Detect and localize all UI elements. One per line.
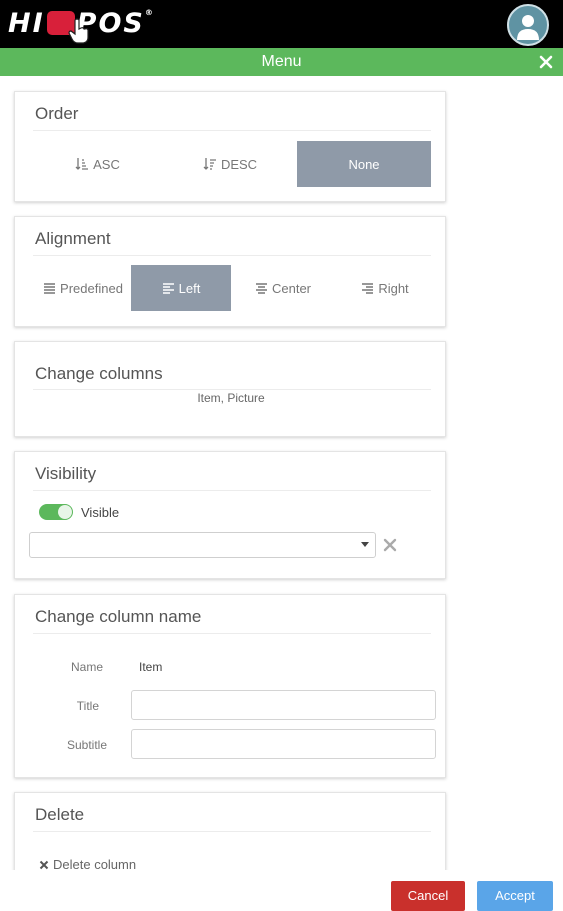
align-right-icon bbox=[362, 283, 374, 294]
align-right-button[interactable]: Right bbox=[335, 265, 435, 311]
menu-title: Menu bbox=[261, 53, 302, 70]
order-card: Order ASC DESC None bbox=[14, 91, 446, 202]
divider bbox=[33, 389, 431, 390]
chevron-down-icon bbox=[361, 542, 369, 547]
align-predefined-label: Predefined bbox=[60, 280, 123, 296]
title-input[interactable] bbox=[131, 690, 436, 720]
divider bbox=[33, 130, 431, 131]
sort-asc-icon bbox=[75, 158, 89, 170]
title-label: Title bbox=[76, 699, 99, 713]
close-icon[interactable] bbox=[537, 48, 555, 76]
user-avatar[interactable] bbox=[507, 4, 549, 46]
top-bar: HI POS® bbox=[0, 0, 563, 48]
menu-bar: Menu bbox=[0, 48, 563, 76]
order-title: Order bbox=[35, 104, 79, 123]
align-predefined-button[interactable]: Predefined bbox=[35, 265, 131, 311]
visibility-card: Visibility Visible bbox=[14, 451, 446, 579]
divider bbox=[33, 831, 431, 832]
subtitle-input[interactable] bbox=[131, 729, 436, 759]
visible-toggle[interactable] bbox=[39, 504, 73, 520]
order-none-button[interactable]: None bbox=[297, 141, 431, 187]
user-icon bbox=[517, 15, 539, 40]
order-asc-label: ASC bbox=[93, 156, 120, 172]
change-column-name-title: Change column name bbox=[35, 607, 202, 626]
name-value: Item bbox=[139, 660, 163, 674]
delete-title: Delete bbox=[35, 805, 85, 824]
divider bbox=[33, 490, 431, 491]
change-columns-title: Change columns bbox=[35, 364, 163, 383]
align-left-icon bbox=[162, 283, 174, 294]
delete-card: Delete Delete column bbox=[14, 792, 446, 882]
visibility-select[interactable] bbox=[29, 532, 376, 558]
clear-icon[interactable] bbox=[383, 538, 397, 552]
order-none-label: None bbox=[348, 156, 380, 172]
close-icon bbox=[39, 860, 49, 869]
align-center-button[interactable]: Center bbox=[233, 265, 333, 311]
divider bbox=[33, 255, 431, 256]
name-label: Name bbox=[70, 660, 103, 674]
visible-toggle-label: Visible bbox=[81, 505, 120, 520]
alignment-card: Alignment Predefined Left Center Right bbox=[14, 216, 446, 327]
accept-button[interactable]: Accept bbox=[477, 881, 553, 911]
cancel-button[interactable]: Cancel bbox=[391, 881, 465, 911]
order-asc-button[interactable]: ASC bbox=[35, 141, 160, 187]
pointing-hand-icon bbox=[68, 18, 89, 44]
align-center-icon bbox=[255, 283, 267, 294]
visibility-title: Visibility bbox=[35, 464, 97, 483]
align-left-label: Left bbox=[178, 280, 201, 296]
align-right-label: Right bbox=[378, 280, 409, 296]
subtitle-label: Subtitle bbox=[66, 738, 107, 752]
align-center-label: Center bbox=[271, 280, 312, 296]
order-desc-button[interactable]: DESC bbox=[165, 141, 295, 187]
align-left-button[interactable]: Left bbox=[131, 265, 231, 311]
columns-value: Item, Picture bbox=[197, 391, 265, 405]
align-justify-icon bbox=[44, 283, 56, 294]
order-desc-label: DESC bbox=[220, 156, 258, 172]
change-column-name-card: Change column name Name Item Title Subti… bbox=[14, 594, 446, 778]
hiopos-logo: HI POS® bbox=[8, 6, 155, 44]
alignment-title: Alignment bbox=[35, 229, 111, 248]
change-columns-card[interactable]: Change columns Item, Picture bbox=[14, 341, 446, 437]
sort-desc-icon bbox=[203, 158, 216, 170]
divider bbox=[33, 633, 431, 634]
